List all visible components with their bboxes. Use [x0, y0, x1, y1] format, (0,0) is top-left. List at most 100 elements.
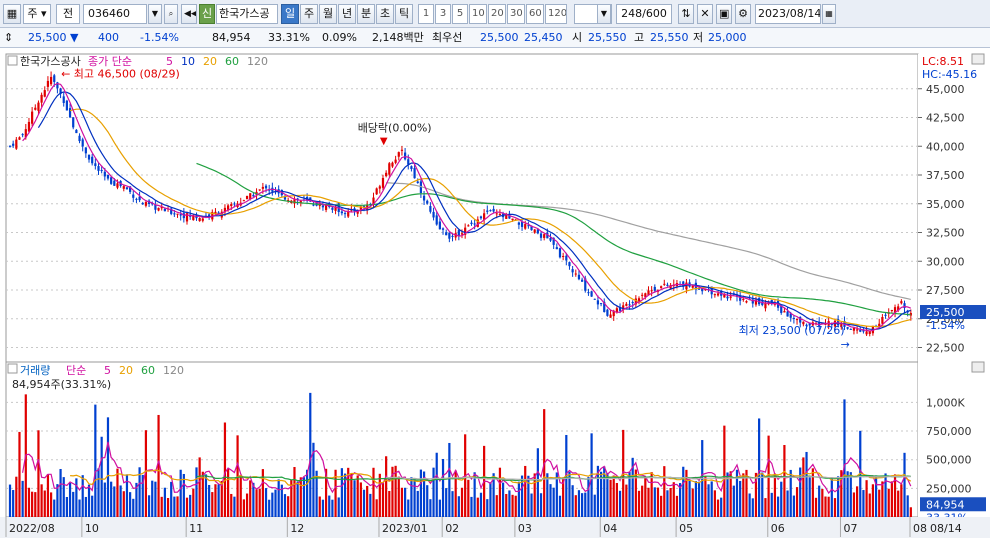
candle-body — [549, 238, 552, 241]
volume-bar — [277, 479, 280, 517]
candle-body — [663, 283, 666, 285]
candle-body — [742, 299, 745, 301]
candle-body — [144, 202, 148, 206]
date-input[interactable]: 2023/08/14 — [755, 4, 821, 24]
tab-interval-10[interactable]: 10 — [469, 4, 487, 24]
volume-ma-period-5: 5 — [104, 364, 111, 377]
calendar-icon[interactable]: ▦ — [822, 4, 836, 24]
search-icon[interactable]: ⌕ — [164, 4, 178, 24]
candle-body — [113, 180, 116, 186]
volume-bar — [862, 490, 865, 517]
volume-bar — [451, 491, 454, 517]
volume-bar — [84, 496, 87, 517]
menu-select[interactable]: 주 ▾ — [23, 4, 51, 24]
market-select[interactable]: 전 — [56, 4, 80, 24]
grid-menu-icon[interactable]: ▦ — [3, 4, 21, 24]
stock-chart[interactable]: 22,50025,00027,50030,00032,50035,00037,5… — [0, 48, 990, 538]
candle-body — [37, 102, 40, 111]
volume-ma-period-20: 20 — [119, 364, 133, 377]
tab-interval-5[interactable]: 5 — [452, 4, 468, 24]
volume-bar — [245, 493, 249, 517]
volume-ma-label: 단순 — [66, 364, 86, 377]
candle-body — [381, 177, 385, 188]
volume-bar — [106, 417, 110, 517]
candle-body — [558, 248, 562, 258]
ask-price: 25,500 — [480, 31, 519, 44]
tab-period-5[interactable]: 초 — [376, 4, 394, 24]
volume-bar — [271, 492, 274, 517]
tab-interval-1[interactable]: 1 — [418, 4, 434, 24]
candle-body — [378, 186, 381, 189]
interval-dropdown-icon[interactable]: ▼ — [597, 4, 611, 24]
tab-period-0[interactable]: 일 — [281, 4, 299, 24]
bar-count[interactable]: 248/600 — [616, 4, 672, 24]
volume-bar — [119, 485, 122, 517]
candle-body — [68, 108, 72, 118]
speaker-icon[interactable]: ◀◀ — [181, 4, 197, 24]
candle-body — [97, 166, 100, 171]
candle-body — [84, 147, 87, 154]
code-dropdown-icon[interactable]: ▼ — [148, 4, 162, 24]
price-ma-period-5: 5 — [166, 55, 173, 68]
candle-body — [590, 291, 593, 297]
candle-body — [391, 162, 394, 167]
price-tick-label: 27,500 — [926, 284, 965, 297]
volume-bar — [479, 492, 483, 517]
tab-interval-120[interactable]: 120 — [545, 4, 567, 24]
tab-period-1[interactable]: 주 — [300, 4, 318, 24]
gear-icon[interactable]: ⚙ — [735, 4, 751, 24]
volume-bar — [435, 452, 438, 517]
volume-bar — [372, 467, 375, 517]
volume-bar — [647, 487, 650, 517]
tab-period-4[interactable]: 분 — [357, 4, 375, 24]
volume-bar — [198, 457, 201, 517]
tab-interval-3[interactable]: 3 — [435, 4, 451, 24]
candle-body — [524, 224, 527, 229]
volume-bar — [897, 490, 900, 517]
volume-bar — [682, 466, 685, 517]
save-icon[interactable]: ▣ — [716, 4, 732, 24]
volume-bar — [293, 467, 296, 517]
stock-code-input[interactable]: 036460 — [83, 4, 147, 24]
volume-bar — [900, 484, 903, 517]
candle-body — [473, 223, 476, 225]
tab-period-6[interactable]: 틱 — [395, 4, 413, 24]
price-ma-period-10: 10 — [181, 55, 195, 68]
price-tick-label: 30,000 — [926, 255, 965, 268]
volume-panel-toggle-icon — [7, 363, 18, 374]
volume-bar — [716, 499, 720, 517]
volume-bar — [653, 487, 656, 517]
candle-body — [467, 225, 470, 227]
volume-bar — [843, 399, 846, 517]
tab-period-2[interactable]: 월 — [319, 4, 337, 24]
candle-body — [230, 204, 233, 206]
volume-bar — [890, 481, 893, 517]
candle-body — [226, 205, 230, 210]
hc-label: HC:-45.16 — [922, 68, 977, 81]
tab-interval-60[interactable]: 60 — [526, 4, 544, 24]
candle-type-icon[interactable]: ⇅ — [678, 4, 694, 24]
tab-interval-20[interactable]: 20 — [488, 4, 506, 24]
candle-body — [413, 168, 416, 179]
volume-bar — [758, 418, 761, 517]
volume-bar — [811, 468, 814, 517]
volume-bar — [849, 472, 852, 517]
volume-bar — [558, 495, 562, 517]
tab-interval-30[interactable]: 30 — [507, 4, 525, 24]
candle-body — [631, 302, 634, 304]
volume-tick-label: 750,000 — [926, 425, 972, 438]
crosshair-icon[interactable]: ✕ — [697, 4, 713, 24]
volume-bar — [366, 485, 369, 517]
tab-period-3[interactable]: 년 — [338, 4, 356, 24]
candle-body — [388, 163, 391, 175]
candle-body — [432, 211, 435, 218]
volume-bar — [31, 491, 34, 517]
volume-bar — [359, 482, 362, 517]
volume-bar — [577, 490, 581, 517]
candle-body — [40, 94, 43, 103]
candle-body — [628, 304, 631, 306]
price-tick-label: 22,500 — [926, 342, 965, 355]
candle-body — [157, 207, 160, 211]
volume-bar — [151, 480, 154, 517]
volume-bar — [644, 477, 647, 517]
